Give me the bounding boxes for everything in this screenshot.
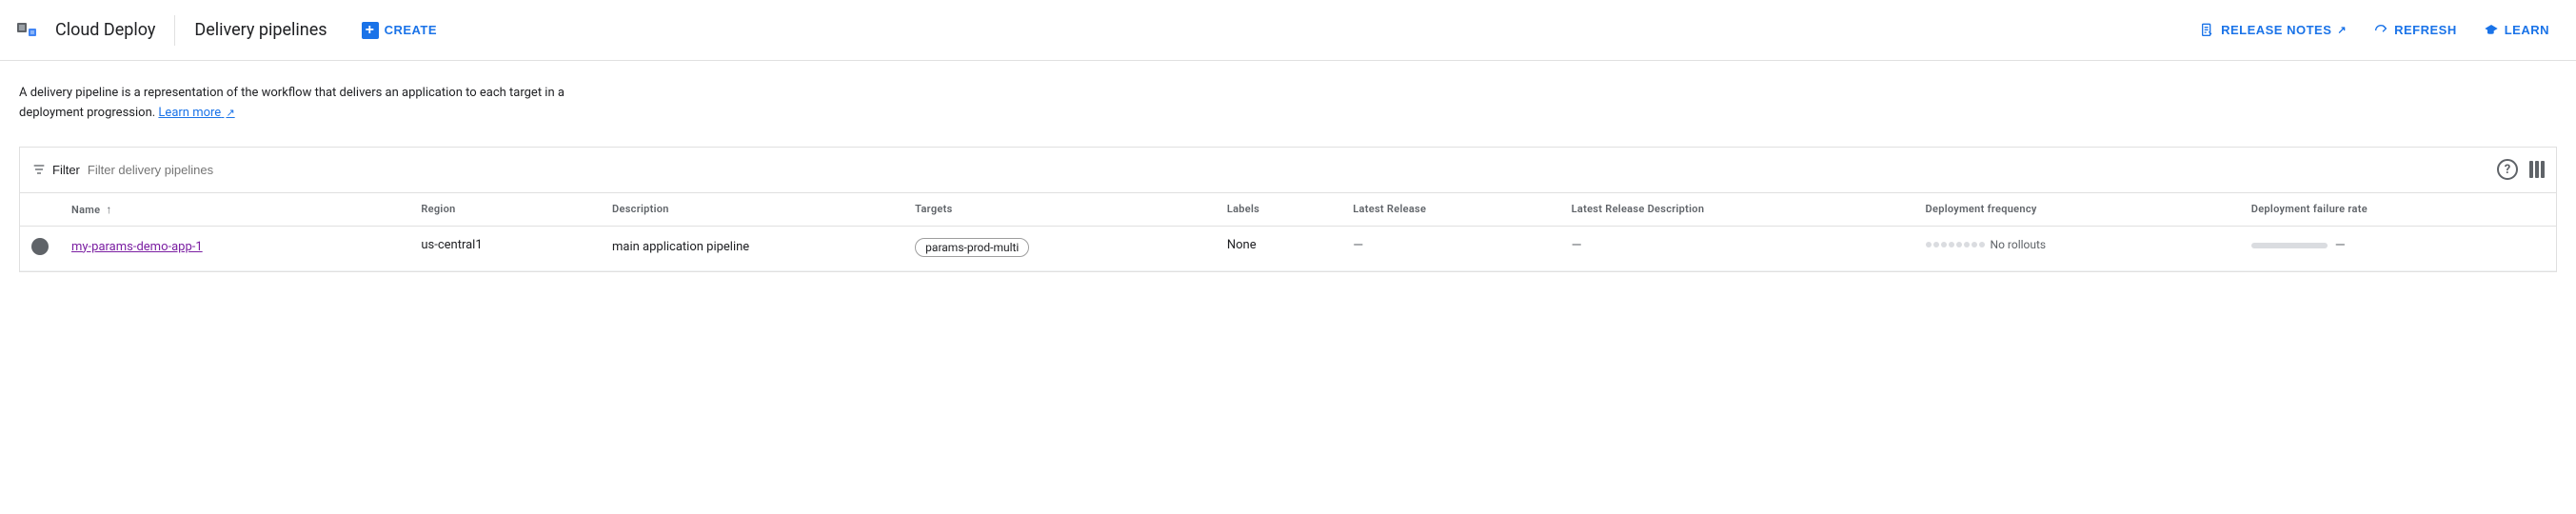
- learn-more-link[interactable]: Learn more ↗: [158, 106, 234, 120]
- col-header-deployment-failure-rate: Deployment failure rate: [2240, 193, 2556, 227]
- toolbar: Cloud Deploy Delivery pipelines + CREATE…: [0, 0, 2576, 61]
- cloud-deploy-logo: [15, 15, 46, 46]
- filter-bar: Filter ?: [19, 147, 2557, 192]
- row-region-cell: us-central1: [409, 226, 601, 270]
- table-header-row: Name ↑ Region Description Targets Labels…: [20, 193, 2556, 227]
- col-header-targets: Targets: [903, 193, 1216, 227]
- sort-icon: ↑: [106, 203, 111, 216]
- row-deployment-failure-rate-cell: —: [2240, 226, 2556, 270]
- pipelines-table-wrapper: Name ↑ Region Description Targets Labels…: [19, 192, 2557, 272]
- learn-icon: [2484, 23, 2499, 38]
- progress-dot-7: [1972, 242, 1977, 247]
- help-icon[interactable]: ?: [2497, 159, 2518, 180]
- external-link-icon: ↗: [2337, 24, 2347, 36]
- col-header-region: Region: [409, 193, 601, 227]
- learn-more-label: Learn more: [158, 106, 221, 120]
- row-checkbox[interactable]: [31, 238, 49, 255]
- learn-more-external-icon: ↗: [226, 107, 234, 119]
- content-area: A delivery pipeline is a representation …: [0, 61, 2576, 272]
- failure-bar: [2251, 243, 2328, 248]
- create-button[interactable]: + CREATE: [350, 14, 448, 47]
- refresh-icon: [2373, 23, 2388, 38]
- progress-dot-1: [1926, 242, 1932, 247]
- no-rollouts-container: No rollouts: [1926, 238, 2229, 251]
- no-rollouts-text: No rollouts: [1991, 238, 2047, 251]
- frequency-progress-dots: [1926, 242, 1985, 247]
- row-description-cell: main application pipeline: [601, 226, 903, 270]
- columns-toggle-icon[interactable]: [2529, 161, 2545, 178]
- toolbar-actions: RELEASE NOTES ↗ REFRESH LEARN: [2189, 15, 2561, 46]
- latest-release-desc-value: —: [1572, 238, 1582, 253]
- create-plus-icon: +: [362, 22, 379, 39]
- latest-release-value: —: [1353, 238, 1363, 253]
- release-notes-button[interactable]: RELEASE NOTES ↗: [2189, 15, 2358, 46]
- col-header-labels: Labels: [1216, 193, 1341, 227]
- progress-dot-2: [1933, 242, 1939, 247]
- filter-button[interactable]: Filter: [31, 162, 88, 177]
- col-header-latest-release-desc: Latest Release Description: [1560, 193, 1914, 227]
- col-header-deployment-frequency: Deployment frequency: [1914, 193, 2240, 227]
- row-labels-cell: None: [1216, 226, 1341, 270]
- filter-bar-actions: ?: [2497, 159, 2545, 180]
- row-deployment-frequency-cell: No rollouts: [1914, 226, 2240, 270]
- row-name-cell: my-params-demo-app-1: [60, 226, 409, 270]
- row-checkbox-cell[interactable]: [20, 226, 60, 270]
- refresh-button[interactable]: REFRESH: [2362, 15, 2468, 46]
- filter-icon: [31, 162, 47, 177]
- refresh-label: REFRESH: [2394, 23, 2457, 37]
- filter-label: Filter: [52, 163, 80, 177]
- learn-label: LEARN: [2505, 23, 2549, 37]
- target-badge: params-prod-multi: [915, 238, 1029, 257]
- progress-dot-6: [1964, 242, 1970, 247]
- col-header-name[interactable]: Name ↑: [60, 193, 409, 227]
- row-latest-release-desc-cell: —: [1560, 226, 1914, 270]
- failure-bar-container: —: [2251, 238, 2545, 253]
- progress-dot-3: [1941, 242, 1947, 247]
- table-row: my-params-demo-app-1 us-central1 main ap…: [20, 226, 2556, 270]
- filter-input[interactable]: [88, 163, 2497, 177]
- app-logo-group: Cloud Deploy: [15, 15, 175, 46]
- row-targets-cell: params-prod-multi: [903, 226, 1216, 270]
- pipelines-table: Name ↑ Region Description Targets Labels…: [20, 193, 2556, 271]
- description-body: A delivery pipeline is a representation …: [19, 86, 565, 120]
- progress-dot-8: [1979, 242, 1985, 247]
- create-label: CREATE: [385, 23, 437, 37]
- description-text: A delivery pipeline is a representation …: [19, 84, 590, 124]
- learn-button[interactable]: LEARN: [2472, 15, 2561, 46]
- col-header-latest-release: Latest Release: [1341, 193, 1559, 227]
- col-header-description: Description: [601, 193, 903, 227]
- page-title: Delivery pipelines: [194, 20, 327, 40]
- release-notes-icon: [2200, 23, 2215, 38]
- release-notes-label: RELEASE NOTES: [2221, 23, 2331, 37]
- pipeline-link[interactable]: my-params-demo-app-1: [71, 238, 398, 257]
- progress-dot-5: [1956, 242, 1962, 247]
- failure-rate-value: —: [2335, 238, 2346, 253]
- app-name: Cloud Deploy: [55, 20, 155, 40]
- progress-dot-4: [1949, 242, 1954, 247]
- col-header-checkbox: [20, 193, 60, 227]
- row-latest-release-cell: —: [1341, 226, 1559, 270]
